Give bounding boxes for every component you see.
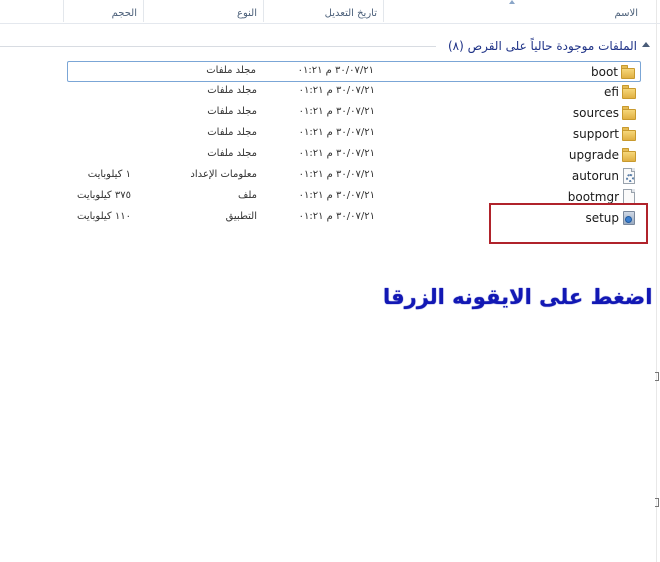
- folder-icon: [621, 147, 637, 163]
- file-date: ٣٠/٠٧/٢١ م ٠١:٢١: [298, 106, 375, 117]
- group-header[interactable]: الملفات موجودة حالياً على القرص (٨): [448, 37, 650, 55]
- file-size: ١١٠ كيلوبايت: [77, 211, 131, 222]
- file-type: مجلد ملفات: [206, 65, 256, 76]
- file-row-sources[interactable]: sources ٣٠/٠٧/٢١ م ٠١:٢١ مجلد ملفات: [67, 103, 641, 124]
- group-title: الملفات موجودة حالياً على القرص (٨): [447, 39, 637, 53]
- file-type: مجلد ملفات: [207, 106, 257, 117]
- file-name: efi: [604, 85, 619, 99]
- file-date: ٣٠/٠٧/٢١ م ٠١:٢١: [298, 127, 375, 138]
- column-header-date-modified[interactable]: تاريخ التعديل: [325, 8, 377, 19]
- file-row-boot[interactable]: boot ٣٠/٠٧/٢١ م ٠١:٢١ مجلد ملفات: [67, 61, 641, 82]
- file-name: support: [572, 127, 619, 141]
- column-header-size[interactable]: الحجم: [112, 8, 137, 19]
- file-type: التطبيق: [225, 211, 257, 222]
- file-row-efi[interactable]: efi ٣٠/٠٧/٢١ م ٠١:٢١ مجلد ملفات: [67, 82, 641, 103]
- file-date: ٣٠/٠٧/٢١ م ٠١:٢١: [298, 190, 375, 201]
- file-date: ٣٠/٠٧/٢١ م ٠١:٢١: [298, 85, 375, 96]
- file-type: ملف: [237, 190, 257, 201]
- instruction-annotation: اضغط على الايقونه الزرقا: [383, 285, 653, 309]
- column-header-bar: الاسم تاريخ التعديل النوع الحجم: [0, 0, 660, 24]
- folder-icon: [620, 64, 636, 80]
- file-date: ٣٠/٠٧/٢١ م ٠١:٢١: [298, 211, 375, 222]
- column-header-type[interactable]: النوع: [237, 8, 257, 19]
- folder-icon: [621, 84, 637, 100]
- file-size: ١ كيلوبايت: [87, 169, 131, 180]
- sort-indicator-icon: [509, 0, 515, 4]
- folder-icon: [621, 105, 637, 121]
- settings-file-icon: [621, 168, 637, 184]
- highlight-annotation-box: [489, 203, 648, 244]
- file-type: مجلد ملفات: [207, 85, 257, 96]
- file-type: مجلد ملفات: [207, 127, 257, 138]
- file-date: ٣٠/٠٧/٢١ م ٠١:٢١: [298, 169, 375, 180]
- file-name: upgrade: [568, 148, 619, 162]
- file-name: autorun: [571, 169, 619, 183]
- column-divider[interactable]: [383, 0, 384, 22]
- collapse-arrow-icon[interactable]: [642, 41, 650, 47]
- file-name: sources: [572, 106, 619, 120]
- file-name: bootmgr: [567, 190, 619, 204]
- group-separator: [0, 46, 436, 47]
- file-size: ٣٧٥ كيلوبايت: [77, 190, 131, 201]
- column-header-name[interactable]: الاسم: [614, 8, 638, 19]
- file-date: ٣٠/٠٧/٢١ م ٠١:٢١: [297, 65, 374, 76]
- column-divider[interactable]: [263, 0, 264, 22]
- edge-marker: [655, 498, 659, 507]
- window-right-edge: [656, 0, 657, 562]
- file-type: مجلد ملفات: [207, 148, 257, 159]
- column-divider[interactable]: [143, 0, 144, 22]
- file-name: boot: [590, 65, 618, 79]
- folder-icon: [621, 126, 637, 142]
- file-type: معلومات الإعداد: [190, 169, 257, 180]
- file-date: ٣٠/٠٧/٢١ م ٠١:٢١: [298, 148, 375, 159]
- column-divider[interactable]: [63, 0, 64, 22]
- edge-marker: [655, 372, 659, 381]
- file-row-autorun[interactable]: autorun ٣٠/٠٧/٢١ م ٠١:٢١ معلومات الإعداد…: [67, 166, 641, 187]
- file-row-upgrade[interactable]: upgrade ٣٠/٠٧/٢١ م ٠١:٢١ مجلد ملفات: [67, 145, 641, 166]
- file-row-support[interactable]: support ٣٠/٠٧/٢١ م ٠١:٢١ مجلد ملفات: [67, 124, 641, 145]
